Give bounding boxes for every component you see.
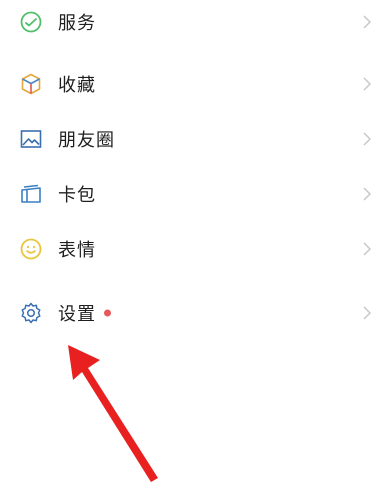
notification-dot	[104, 309, 111, 317]
emoji-smile-icon	[19, 237, 43, 261]
menu-item-label: 收藏	[58, 75, 96, 96]
menu-item-label: 设置	[58, 304, 96, 325]
moments-photo-icon	[19, 127, 43, 151]
menu-item-stickers[interactable]: 表情	[0, 227, 386, 271]
menu-item-label: 卡包	[58, 185, 96, 206]
chevron-right-icon	[362, 131, 372, 147]
chevron-right-icon	[362, 186, 372, 202]
service-icon	[19, 10, 43, 34]
menu-item-card-wallet[interactable]: 卡包	[0, 172, 386, 216]
menu-item-services[interactable]: 服务	[0, 0, 386, 44]
chevron-right-icon	[362, 14, 372, 30]
card-wallet-icon	[19, 182, 43, 206]
me-menu-screen: 服务 收藏 朋友圈 卡包 表情 设置	[0, 0, 386, 482]
menu-item-label: 服务	[58, 13, 96, 34]
menu-item-favorites[interactable]: 收藏	[0, 62, 386, 106]
menu-item-moments[interactable]: 朋友圈	[0, 117, 386, 161]
menu-item-label: 表情	[58, 240, 96, 261]
menu-item-label: 朋友圈	[58, 130, 115, 151]
menu-item-settings[interactable]: 设置	[0, 291, 386, 335]
chevron-right-icon	[362, 241, 372, 257]
chevron-right-icon	[362, 76, 372, 92]
settings-gear-icon	[19, 301, 43, 325]
chevron-right-icon	[362, 305, 372, 321]
favorites-cube-icon	[19, 72, 43, 96]
